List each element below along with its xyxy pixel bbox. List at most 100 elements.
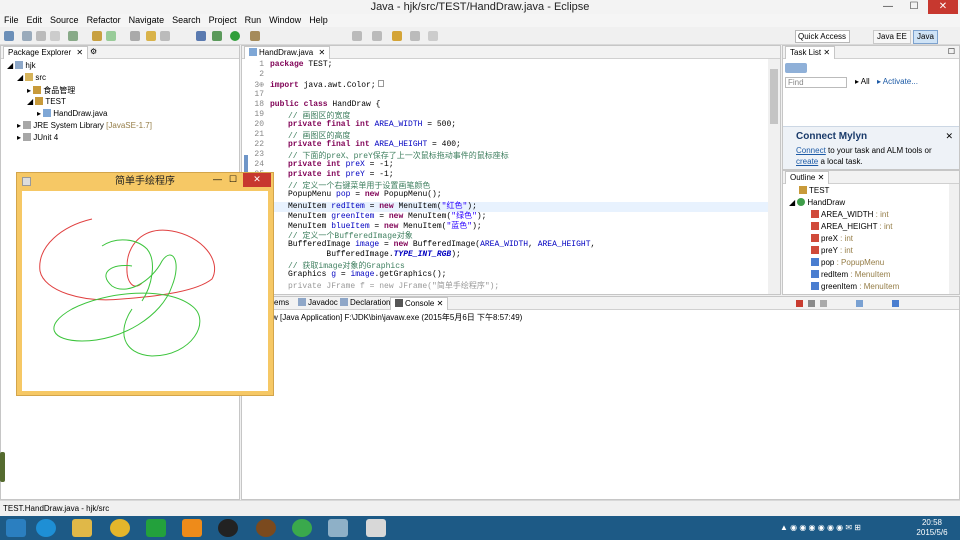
menu-source[interactable]: Source — [50, 14, 79, 27]
qq-icon[interactable] — [218, 519, 238, 537]
tab-outline[interactable]: Outline ✕ — [785, 171, 830, 184]
tree-item-package-food[interactable]: ▸ 食品管理 — [27, 85, 75, 96]
open-folder-icon[interactable] — [146, 31, 156, 41]
close-icon[interactable]: ✕ — [818, 173, 825, 182]
close-icon[interactable]: ✕ — [437, 299, 444, 308]
print-icon[interactable] — [50, 31, 60, 41]
clock[interactable]: 20:58 2015/5/6 — [912, 518, 952, 538]
game-icon[interactable] — [256, 519, 276, 537]
last-edit-icon[interactable] — [392, 31, 402, 41]
menu-window[interactable]: Window — [269, 14, 301, 27]
menu-search[interactable]: Search — [172, 14, 201, 27]
tree-item-handdraw-java[interactable]: ▸ HandDraw.java — [37, 109, 108, 118]
tab-package-explorer[interactable]: Package Explorer ✕ — [3, 46, 89, 59]
forward-icon[interactable] — [428, 31, 438, 41]
scroll-lock-icon[interactable] — [856, 300, 863, 307]
menu-navigate[interactable]: Navigate — [129, 14, 165, 27]
prev-annotation-icon[interactable] — [372, 31, 382, 41]
outline-item[interactable]: preX : int — [811, 234, 853, 243]
tree-item-package-test[interactable]: ◢ TEST — [27, 97, 66, 106]
search-icon[interactable] — [160, 31, 170, 41]
line-number[interactable]: 3⊕ — [242, 80, 264, 90]
tab-console[interactable]: Console ✕ — [390, 297, 449, 310]
close-icon[interactable]: ✕ — [945, 131, 953, 142]
outline-item[interactable]: AREA_HEIGHT : int — [811, 222, 892, 231]
side-handle-icon[interactable] — [0, 452, 5, 482]
java-app-taskbar-icon[interactable] — [366, 519, 386, 537]
tree-item-junit[interactable]: ▸ JUnit 4 — [17, 133, 58, 142]
outline-item[interactable]: pop : PopupMenu — [811, 258, 884, 267]
draw-minimize-button[interactable]: — — [213, 174, 222, 184]
create-link[interactable]: create — [796, 157, 818, 166]
menu-file[interactable]: File — [4, 14, 19, 27]
ie-icon[interactable] — [36, 519, 56, 537]
360-browser-icon[interactable] — [110, 519, 130, 537]
maximize-icon[interactable]: ☐ — [948, 47, 955, 56]
clear-console-icon[interactable] — [820, 300, 827, 307]
menu-refactor[interactable]: Refactor — [87, 14, 121, 27]
connect-link[interactable]: Connect — [796, 146, 826, 155]
outline-item[interactable]: redItem : MenuItem — [811, 270, 890, 279]
draw-close-button[interactable]: ✕ — [243, 173, 271, 187]
tab-javadoc[interactable]: Javadoc — [294, 297, 342, 310]
outline-item[interactable]: ◢ HandDraw — [789, 198, 845, 207]
close-button[interactable]: ✕ — [928, 0, 958, 14]
collapse-icon[interactable]: ▸ — [17, 121, 21, 130]
expand-icon[interactable]: ◢ — [789, 198, 795, 207]
next-annotation-icon[interactable] — [352, 31, 362, 41]
360-security-icon[interactable] — [292, 519, 312, 537]
expand-icon[interactable]: ◢ — [27, 97, 33, 106]
coverage-icon[interactable] — [212, 31, 222, 41]
new-class-icon[interactable] — [106, 31, 116, 41]
maximize-button[interactable]: ☐ — [902, 0, 926, 14]
editor-scrollbar[interactable] — [768, 59, 780, 294]
back-icon[interactable] — [410, 31, 420, 41]
debug-icon[interactable] — [196, 31, 206, 41]
perspective-javaee[interactable]: Java EE — [873, 30, 911, 44]
menu-project[interactable]: Project — [209, 14, 237, 27]
outline-item[interactable]: greenItem : MenuItem — [811, 282, 899, 291]
terminate-icon[interactable] — [796, 300, 803, 307]
save-icon[interactable] — [22, 31, 32, 41]
tree-item-hjk[interactable]: ◢ hjk — [7, 61, 36, 70]
tree-item-jre[interactable]: ▸ JRE System Library [JavaSE-1.7] — [17, 121, 152, 130]
new-icon[interactable] — [4, 31, 14, 41]
collapse-icon[interactable]: ▸ — [37, 109, 41, 118]
activate-link[interactable]: ▸ Activate... — [877, 77, 918, 86]
new-project-icon[interactable] — [68, 31, 78, 41]
outline-item[interactable]: AREA_WIDTH : int — [811, 210, 889, 219]
quick-access-input[interactable]: Quick Access — [795, 30, 850, 43]
perspective-java[interactable]: Java — [913, 30, 938, 44]
expand-icon[interactable]: ◢ — [17, 73, 23, 82]
outline-item[interactable]: preY : int — [811, 246, 853, 255]
find-input[interactable]: Find — [785, 77, 847, 88]
draw-maximize-button[interactable]: ☐ — [229, 174, 237, 185]
start-button-icon[interactable] — [6, 519, 26, 537]
minimize-button[interactable]: — — [876, 0, 900, 14]
open-console-icon[interactable] — [892, 300, 899, 307]
remove-launch-icon[interactable] — [808, 300, 815, 307]
store-icon[interactable] — [146, 519, 166, 537]
tab-task-list[interactable]: Task List ✕ — [785, 46, 836, 59]
tab-declaration[interactable]: Declaration — [336, 297, 394, 310]
external-tools-icon[interactable] — [250, 31, 260, 41]
tree-item-src[interactable]: ◢ src — [17, 73, 46, 82]
task-filter-all[interactable]: ▸ All — [855, 77, 870, 86]
collapse-icon[interactable]: ▸ — [27, 86, 31, 95]
file-explorer-icon[interactable] — [72, 519, 92, 537]
drawing-canvas[interactable] — [22, 191, 268, 391]
save-all-icon[interactable] — [36, 31, 46, 41]
close-icon[interactable]: ✕ — [823, 48, 830, 57]
close-icon[interactable]: ✕ — [318, 48, 325, 57]
tool-icon[interactable] — [328, 519, 348, 537]
outline-scrollbar[interactable] — [949, 184, 959, 294]
open-type-icon[interactable] — [130, 31, 140, 41]
expand-icon[interactable]: ◢ — [7, 61, 13, 70]
menu-edit[interactable]: Edit — [27, 14, 43, 27]
close-icon[interactable]: ✕ — [76, 48, 83, 57]
aliwangwang-icon[interactable] — [182, 519, 202, 537]
tab-handdraw-java[interactable]: HandDraw.java ✕ — [244, 46, 331, 59]
new-task-icon[interactable] — [785, 63, 807, 73]
new-package-icon[interactable] — [92, 31, 102, 41]
menu-help[interactable]: Help — [309, 14, 328, 27]
